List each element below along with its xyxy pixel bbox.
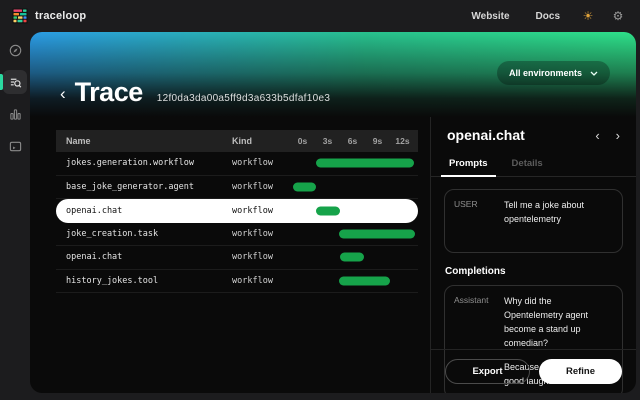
sidebar-item-playground[interactable] (3, 134, 27, 158)
time-tick: 0s (290, 136, 315, 146)
span-duration-bar (293, 182, 316, 191)
refine-button[interactable]: Refine (539, 359, 622, 384)
time-tick: 12s (390, 136, 415, 146)
span-timeline (290, 199, 418, 223)
console-icon (9, 140, 22, 153)
main-card: ‹ Trace 12f0da3da00a5ff9d3a633b5dfaf10e3… (30, 32, 636, 393)
website-link[interactable]: Website (463, 7, 517, 26)
span-table: Name Kind 0s3s6s9s12s jokes.generation.w… (56, 130, 418, 293)
next-span-button[interactable]: › (616, 129, 620, 142)
span-timeline (290, 152, 418, 175)
span-row[interactable]: jokes.generation.workflow workflow (56, 152, 418, 176)
span-timeline (290, 270, 418, 293)
span-duration-bar (339, 276, 390, 285)
bar-chart-icon (9, 108, 22, 121)
time-tick: 6s (340, 136, 365, 146)
span-name: history_jokes.tool (56, 276, 230, 286)
page-title: Trace (75, 79, 143, 106)
completions-heading: Completions (445, 266, 623, 277)
span-name: base_joke_generator.agent (56, 182, 230, 192)
span-name: openai.chat (56, 206, 230, 216)
docs-link[interactable]: Docs (528, 7, 568, 26)
span-timeline (290, 246, 418, 269)
tab-details[interactable]: Details (500, 152, 555, 176)
traceloop-logo-icon (12, 8, 28, 24)
environment-dropdown-label: All environments (509, 68, 582, 78)
back-button[interactable]: ‹ (60, 84, 66, 104)
span-kind: workflow (230, 252, 290, 262)
time-tick: 9s (365, 136, 390, 146)
detail-tabs: Prompts Details (431, 152, 636, 177)
detail-footer: Export Refine (431, 349, 636, 393)
column-header-kind: Kind (230, 136, 290, 146)
span-name: joke_creation.task (56, 229, 230, 239)
detail-title: openai.chat (447, 127, 525, 143)
sidebar-item-analytics[interactable] (3, 102, 27, 126)
span-detail-panel: openai.chat ‹ › Prompts Details USER Tel… (430, 117, 636, 393)
span-row[interactable]: openai.chat workflow (56, 199, 418, 223)
sidebar-item-dashboard[interactable] (3, 38, 27, 62)
span-row[interactable]: openai.chat workflow (56, 246, 418, 270)
trace-id: 12f0da3da00a5ff9d3a633b5dfaf10e3 (157, 93, 330, 104)
prompt-text: Tell me a joke about opentelemetry (504, 199, 613, 243)
span-timeline (290, 223, 418, 246)
trace-gradient-header: ‹ Trace 12f0da3da00a5ff9d3a633b5dfaf10e3… (30, 32, 636, 117)
span-kind: workflow (230, 206, 290, 216)
sidebar-rail (0, 32, 30, 400)
span-duration-bar (316, 159, 415, 168)
span-timeline (290, 176, 418, 199)
time-axis: 0s3s6s9s12s (290, 130, 418, 152)
prev-span-button[interactable]: ‹ (595, 129, 599, 142)
brand-name: traceloop (35, 10, 86, 22)
sidebar-item-traces[interactable] (3, 70, 27, 94)
brand[interactable]: traceloop (12, 8, 86, 24)
trace-search-icon (9, 76, 22, 89)
export-button[interactable]: Export (445, 359, 530, 384)
span-name: jokes.generation.workflow (56, 158, 230, 168)
settings-gear-icon[interactable]: ⚙ (608, 6, 628, 26)
prompt-message-box: USER Tell me a joke about opentelemetry (444, 189, 623, 253)
environment-dropdown[interactable]: All environments (497, 61, 610, 85)
topbar: traceloop Website Docs ☀ ⚙ (0, 0, 640, 32)
time-tick: 3s (315, 136, 340, 146)
theme-sun-icon[interactable]: ☀ (578, 6, 598, 26)
span-kind: workflow (230, 276, 290, 286)
span-duration-bar (339, 229, 416, 238)
span-kind: workflow (230, 182, 290, 192)
span-row[interactable]: history_jokes.tool workflow (56, 270, 418, 294)
span-name: openai.chat (56, 252, 230, 262)
prompt-role-label: USER (454, 199, 504, 243)
span-duration-bar (340, 253, 364, 262)
column-header-name: Name (56, 136, 230, 146)
chevron-down-icon (590, 71, 598, 76)
span-row[interactable]: base_joke_generator.agent workflow (56, 176, 418, 200)
span-duration-bar (316, 206, 340, 215)
span-table-header: Name Kind 0s3s6s9s12s (56, 130, 418, 152)
span-row[interactable]: joke_creation.task workflow (56, 223, 418, 247)
tab-prompts[interactable]: Prompts (437, 152, 500, 176)
active-indicator (0, 74, 3, 90)
span-kind: workflow (230, 158, 290, 168)
span-kind: workflow (230, 229, 290, 239)
completion-line-1: Why did the Opentelemetry agent become a… (504, 295, 613, 351)
compass-icon (9, 44, 22, 57)
